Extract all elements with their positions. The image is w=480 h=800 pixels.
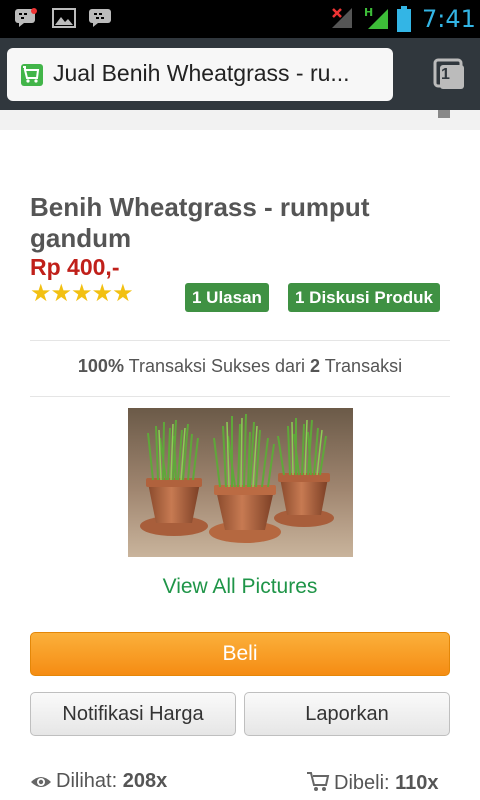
view-all-pictures-link[interactable]: View All Pictures [30, 575, 450, 599]
divider [30, 396, 450, 397]
product-image[interactable] [128, 408, 353, 557]
discussion-badge[interactable]: 1 Diskusi Produk [288, 283, 440, 312]
bbm-icon [89, 9, 111, 27]
success-percent: 100% [77, 356, 124, 376]
page-top-strip [0, 110, 480, 130]
transaction-text-end: Transaksi [320, 356, 403, 376]
picture-icon [52, 8, 76, 28]
no-signal-icon [332, 8, 352, 28]
bought-value: 110x [395, 772, 439, 794]
divider [30, 340, 450, 341]
tokopedia-favicon-icon [21, 64, 43, 86]
product-price: Rp 400,- [30, 254, 120, 280]
bought-label: Dibeli: [334, 772, 390, 794]
product-title: Benih Wheatgrass - rumput gandum [30, 192, 370, 253]
views-label: Dilihat: [56, 770, 118, 792]
bbm-notification-icon [15, 8, 37, 27]
transaction-summary: 100% Transaksi Sukses dari 2 Transaksi [30, 356, 450, 377]
scroll-indicator-icon [438, 110, 450, 118]
page-title-in-url-bar: Jual Benih Wheatgrass - ru... [53, 60, 350, 86]
tab-count: 1 [441, 66, 450, 83]
url-bar[interactable]: Jual Benih Wheatgrass - ru... [7, 48, 393, 101]
eye-icon [31, 777, 51, 787]
buy-button[interactable]: Beli [30, 632, 450, 676]
battery-icon [397, 6, 411, 32]
tabs-switcher-button[interactable]: 1 [420, 53, 472, 97]
clock: 7:41 [422, 5, 476, 33]
bought-stat: Dibeli: 110x [306, 770, 439, 795]
cart-icon [307, 772, 330, 791]
report-button[interactable]: Laporkan [244, 692, 450, 736]
transaction-text-mid: Transaksi Sukses dari [123, 356, 311, 376]
status-bar: H 7:41 [0, 0, 480, 38]
views-stat: Dilihat: 208x [30, 770, 167, 793]
price-notification-button[interactable]: Notifikasi Harga [30, 692, 236, 736]
rating-stars: ★★★★★ [30, 280, 134, 307]
svg-text:H: H [364, 6, 373, 19]
browser-toolbar: Jual Benih Wheatgrass - ru... 1 [0, 38, 480, 110]
reviews-badge[interactable]: 1 Ulasan [185, 283, 269, 312]
transaction-total: 2 [310, 356, 321, 376]
h-signal-icon: H [364, 6, 388, 29]
views-value: 208x [122, 770, 168, 792]
